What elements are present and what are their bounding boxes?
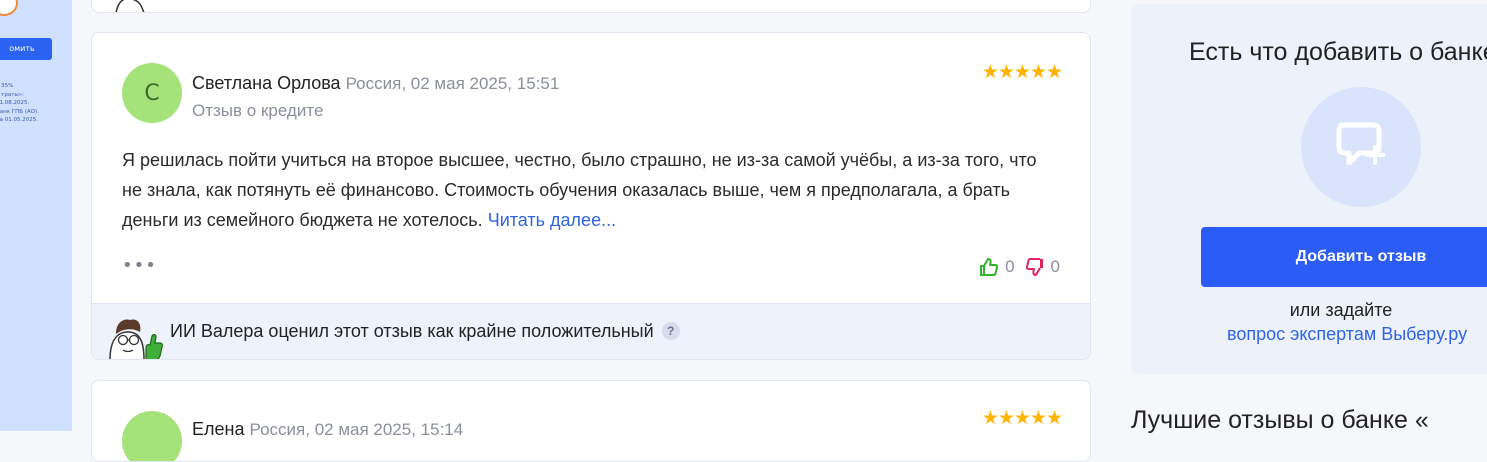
- review-type: Отзыв о кредите: [192, 101, 324, 120]
- add-review-panel: Есть что добавить о банке? Добавить отзы…: [1131, 4, 1487, 374]
- review-author-line: Елена Россия, 02 мая 2025, 15:14: [192, 419, 463, 440]
- previous-review-card: [91, 0, 1091, 13]
- more-options-button[interactable]: •••: [122, 255, 157, 276]
- review-author-line: Светлана Орлова Россия, 02 мая 2025, 15:…: [192, 73, 559, 94]
- ai-mascot-icon: [109, 319, 163, 359]
- likes-count: 0: [1005, 257, 1015, 276]
- review-card: Елена Россия, 02 мая 2025, 15:14 ★★★★★: [91, 380, 1091, 462]
- add-comment-icon: [1336, 122, 1385, 166]
- vote-controls: 0 0: [979, 257, 1060, 277]
- add-review-title: Есть что добавить о банке?: [1189, 38, 1487, 66]
- ask-experts-link[interactable]: вопрос экспертам Выберу.ру: [1227, 324, 1467, 345]
- ai-mascot-icon: [115, 0, 145, 12]
- thumbs-up-icon[interactable]: [979, 257, 999, 277]
- author-name[interactable]: Елена: [192, 419, 244, 439]
- author-avatar: С: [122, 63, 182, 123]
- review-meta: Россия, 02 мая 2025, 15:14: [249, 420, 464, 439]
- add-review-button[interactable]: Добавить отзыв: [1201, 227, 1487, 287]
- thumbs-down-icon[interactable]: [1025, 257, 1045, 277]
- review-body: Я решилась пойти учиться на второе высше…: [122, 145, 1052, 235]
- rating-stars: ★★★★★: [981, 407, 1063, 429]
- ai-verdict-text: ИИ Валера оценил этот отзыв как крайне п…: [170, 321, 680, 342]
- ai-verdict-bar: ИИ Валера оценил этот отзыв как крайне п…: [92, 303, 1090, 359]
- or-ask-text: или задайте: [1289, 300, 1393, 320]
- review-meta: Россия, 02 мая 2025, 15:51: [345, 74, 560, 93]
- review-card: С Светлана Орлова Россия, 02 мая 2025, 1…: [91, 32, 1091, 360]
- ad-button[interactable]: омить: [0, 38, 52, 60]
- add-comment-icon-circle: [1301, 87, 1421, 207]
- dislikes-count: 0: [1050, 257, 1060, 276]
- help-icon[interactable]: ?: [661, 322, 680, 340]
- author-name[interactable]: Светлана Орлова: [192, 73, 341, 93]
- left-ad-banner[interactable]: омить к 35% е траты»: 01.08.2025. Банк Г…: [0, 0, 72, 431]
- read-more-link[interactable]: Читать далее...: [488, 210, 616, 230]
- rating-stars: ★★★★★: [981, 61, 1063, 83]
- ad-badge-icon: [0, 0, 18, 16]
- author-avatar: [122, 411, 182, 461]
- ad-fine-print: к 35% е траты»: 01.08.2025. Банк ГПБ (АО…: [0, 83, 39, 123]
- ai-verdict-label: ИИ Валера оценил этот отзыв как крайне п…: [170, 321, 654, 341]
